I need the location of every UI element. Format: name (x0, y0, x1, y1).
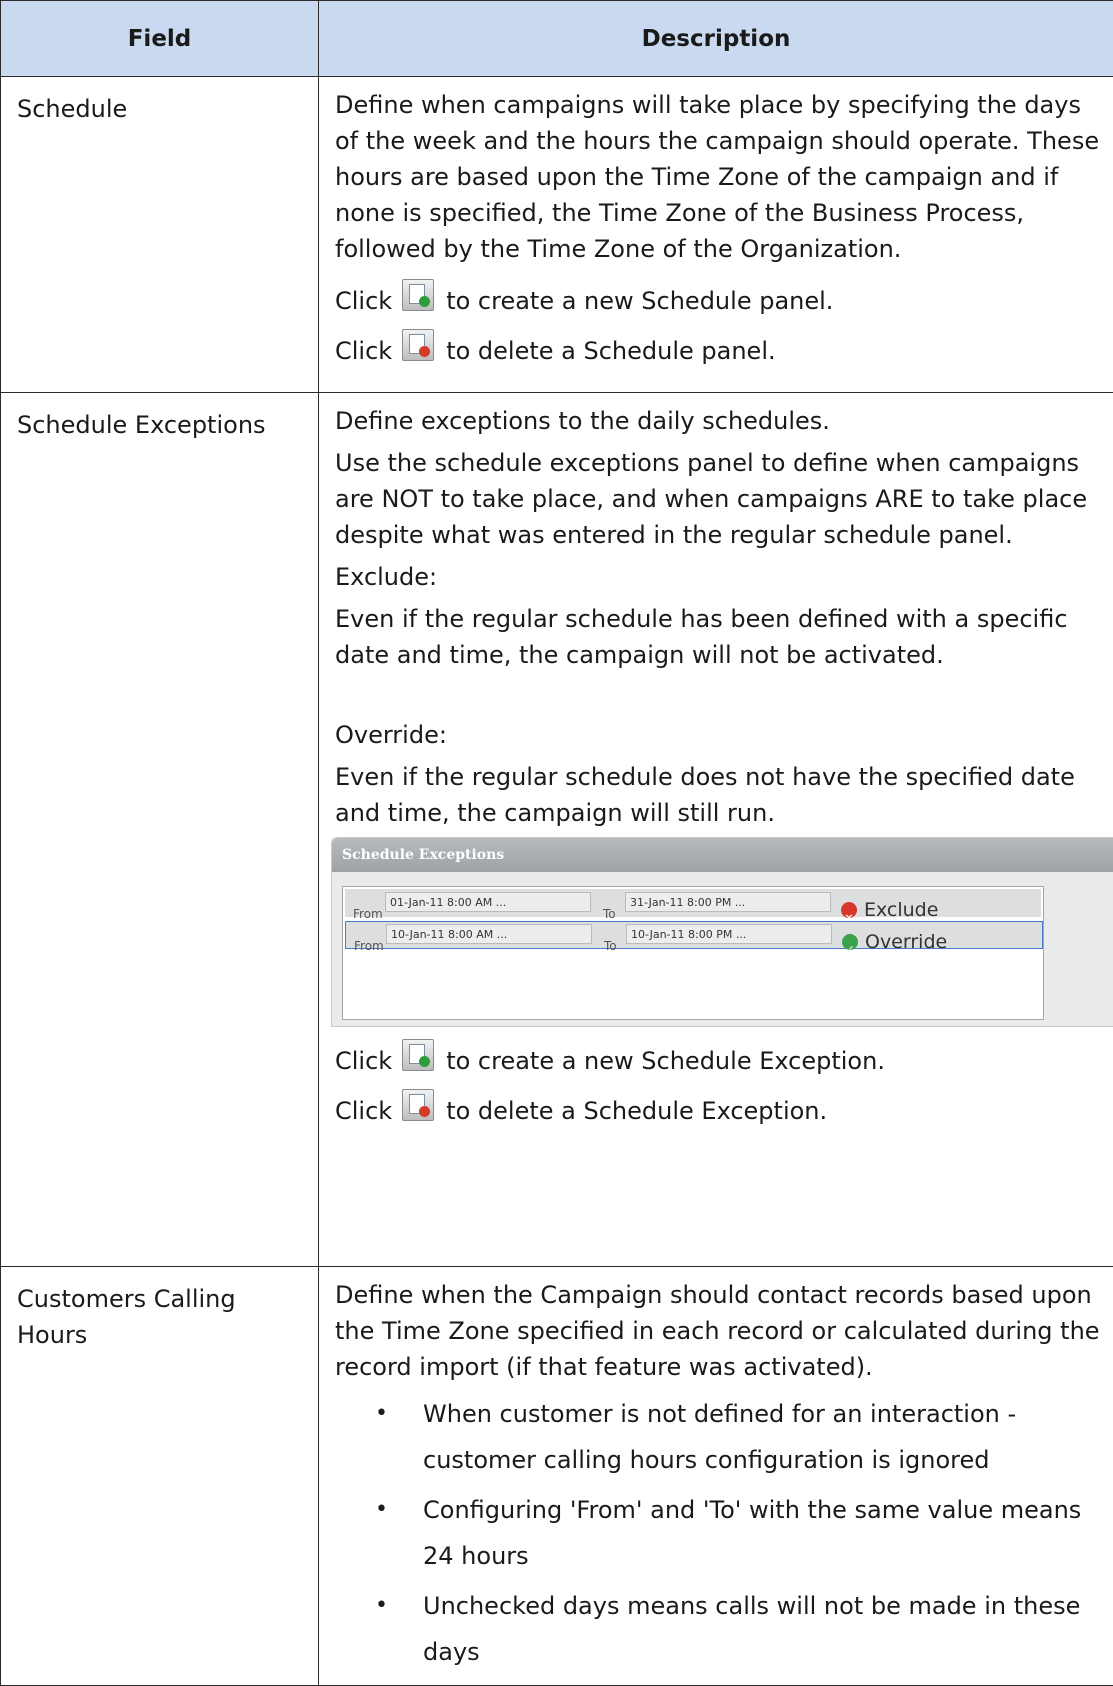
header-description: Description (319, 1, 1113, 77)
delete-document-icon[interactable] (402, 1089, 434, 1121)
click-word: Click (335, 1043, 392, 1079)
exception-row[interactable]: From 01-Jan-11 8:00 AM ... To 31-Jan-11 … (345, 889, 1041, 917)
add-instruction: Click to create a new Schedule panel. (335, 275, 1101, 319)
panel-title: Schedule Exceptions (332, 838, 1113, 872)
add-instruction: Click to create a new Schedule Exception… (335, 1035, 1101, 1079)
x-circle-icon: × (841, 902, 857, 918)
description-paragraph: Even if the regular schedule does not ha… (335, 759, 1101, 831)
exclude-heading: Exclude: (335, 559, 1101, 595)
click-word: Click (335, 333, 392, 369)
from-label: From (354, 928, 384, 964)
add-document-icon[interactable] (402, 1039, 434, 1071)
exceptions-list: From 01-Jan-11 8:00 AM ... To 31-Jan-11 … (342, 886, 1044, 1020)
delete-instruction: Click to delete a Schedule Exception. (335, 1085, 1101, 1129)
field-description: Define exceptions to the daily schedules… (319, 393, 1113, 1267)
delete-instruction: Click to delete a Schedule panel. (335, 325, 1101, 369)
to-label: To (604, 928, 617, 964)
table-row: Schedule Define when campaigns will take… (1, 77, 1113, 393)
status-label: Override (865, 924, 947, 960)
description-paragraph: Define exceptions to the daily schedules… (335, 403, 1101, 439)
field-name: Schedule Exceptions (1, 393, 319, 1267)
override-heading: Override: (335, 717, 1101, 753)
description-paragraph: Define when the Campaign should contact … (335, 1277, 1101, 1385)
to-field[interactable]: 31-Jan-11 8:00 PM ... (625, 892, 831, 912)
list-item: Unchecked days means calls will not be m… (423, 1583, 1101, 1675)
delete-instruction-text: to delete a Schedule panel. (446, 333, 775, 369)
delete-instruction-text: to delete a Schedule Exception. (446, 1093, 827, 1129)
override-status[interactable]: ✓ Override (842, 924, 947, 960)
schedule-exceptions-panel-screenshot: Schedule Exceptions From 01-Jan-11 8:00 … (331, 837, 1113, 1027)
check-circle-icon: ✓ (842, 934, 858, 950)
add-instruction-text: to create a new Schedule Exception. (446, 1043, 885, 1079)
field-description-table: Field Description Schedule Define when c… (0, 0, 1113, 1686)
description-paragraph: Use the schedule exceptions panel to def… (335, 445, 1101, 553)
click-word: Click (335, 283, 392, 319)
click-word: Click (335, 1093, 392, 1129)
description-paragraph: Even if the regular schedule has been de… (335, 601, 1101, 673)
table-row: Customers Calling Hours Define when the … (1, 1267, 1113, 1686)
field-description: Define when campaigns will take place by… (319, 77, 1113, 393)
table-row: Schedule Exceptions Define exceptions to… (1, 393, 1113, 1267)
from-field[interactable]: 10-Jan-11 8:00 AM ... (386, 924, 592, 944)
field-description: Define when the Campaign should contact … (319, 1267, 1113, 1686)
bullet-list: When customer is not defined for an inte… (335, 1391, 1101, 1675)
list-item: Configuring 'From' and 'To' with the sam… (423, 1487, 1101, 1579)
table-header-row: Field Description (1, 1, 1113, 77)
field-name: Customers Calling Hours (1, 1267, 319, 1686)
field-name: Schedule (1, 77, 319, 393)
description-paragraph: Define when campaigns will take place by… (335, 87, 1101, 267)
header-field: Field (1, 1, 319, 77)
add-document-icon[interactable] (402, 279, 434, 311)
exception-row[interactable]: From 10-Jan-11 8:00 AM ... To 10-Jan-11 … (345, 921, 1043, 949)
to-field[interactable]: 10-Jan-11 8:00 PM ... (626, 924, 832, 944)
from-field[interactable]: 01-Jan-11 8:00 AM ... (385, 892, 591, 912)
delete-document-icon[interactable] (402, 329, 434, 361)
list-item: When customer is not defined for an inte… (423, 1391, 1101, 1483)
add-instruction-text: to create a new Schedule panel. (446, 283, 833, 319)
